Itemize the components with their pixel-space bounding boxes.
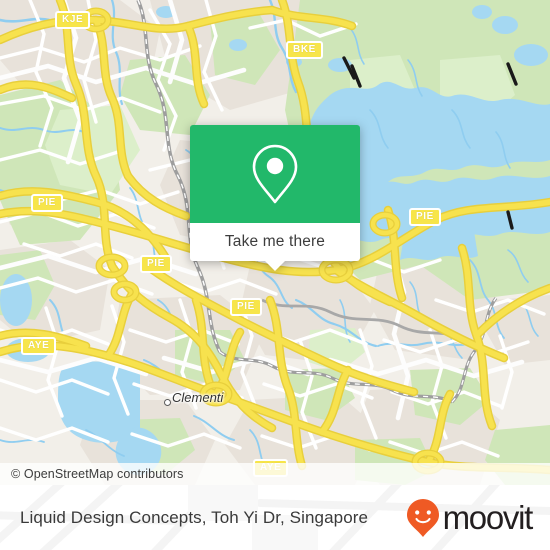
highway-shield-kje: KJE [55,11,91,29]
place-marker-clementi [164,399,171,406]
attribution-text[interactable]: © OpenStreetMap contributors [0,467,184,481]
callout-action-bar[interactable]: Take me there [190,223,360,261]
moovit-wordmark: moovit [442,499,534,536]
take-me-there-label: Take me there [224,233,326,250]
map-attribution-bar: © OpenStreetMap contributors [0,463,550,485]
highway-shield-pie-east: PIE [409,208,441,226]
place-label-clementi: Clementi [172,390,224,405]
highway-shield-pie-midwest: PIE [140,255,172,273]
take-me-there-callout[interactable]: Take me there [190,125,360,271]
highway-shield-pie-west: PIE [31,194,63,212]
page-footer: Liquid Design Concepts, Toh Yi Dr, Singa… [0,485,550,550]
footer-place-title: Liquid Design Concepts, Toh Yi Dr, Singa… [20,507,369,527]
callout-header [190,125,360,223]
callout-tail [264,260,286,271]
highway-shield-pie-center: PIE [230,298,262,316]
moovit-smiley-pin-icon [406,498,439,537]
moovit-brand-logo[interactable]: moovit [406,498,550,538]
highway-shield-aye-west: AYE [21,337,57,355]
highway-shield-bke: BKE [286,41,323,59]
moovit-map-page: Clementi KJE BKE PIE PIE PIE PIE AYE AYE… [0,0,550,550]
location-pin-icon [252,144,298,204]
